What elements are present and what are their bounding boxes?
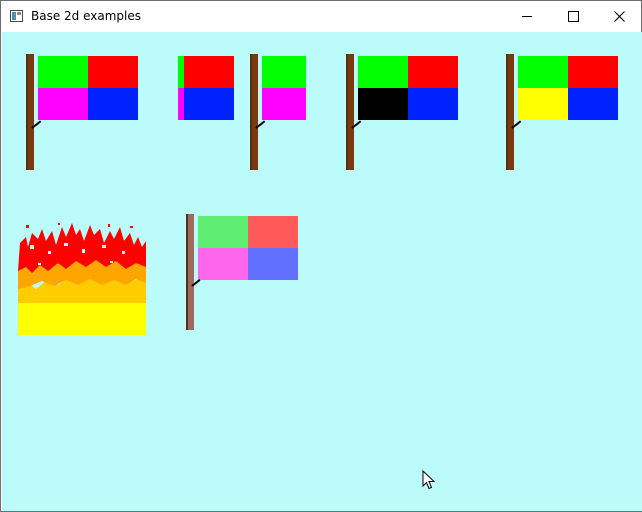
flag-cell [408,56,458,88]
flag-pole [250,54,258,170]
flag-cell [88,88,138,120]
flag-cloth [178,56,234,120]
close-icon [613,11,625,22]
flag-cloth [518,56,618,120]
flag-pole [346,54,354,170]
app-window-icon [10,10,23,22]
flag-cell [198,248,248,280]
window-title: Base 2d examples [31,9,142,23]
flag-cell [184,56,234,88]
flag-cell [184,88,234,120]
app-window: Base 2d examples [0,0,642,512]
flag-cell [198,216,248,248]
flag-cell [568,88,618,120]
mouse-pointer-icon [422,470,436,490]
flag-cell [568,56,618,88]
flag-cell [518,88,568,120]
flag-cell [38,88,88,120]
flag-cell [262,88,306,120]
flag-cloth [198,216,298,280]
flag-cell [262,56,306,88]
flag-pole [186,214,194,330]
flag-cloth [38,56,138,120]
minimize-icon [522,16,532,17]
render-canvas[interactable] [2,32,642,511]
flag-cell [248,216,298,248]
maximize-button[interactable] [550,1,596,32]
fire-sparks [26,223,133,228]
flag-cell [38,56,88,88]
minimize-button[interactable] [504,1,550,32]
maximize-icon [567,11,579,22]
fire-effect [18,223,146,335]
title-bar[interactable]: Base 2d examples [1,1,641,32]
flag-pole [26,54,34,170]
flag-cell [518,56,568,88]
flag-cell [88,56,138,88]
flag-pole [506,54,514,170]
flag-cell [408,88,458,120]
flag-cell [358,56,408,88]
flag-cloth [358,56,458,120]
flag-cloth [262,56,306,120]
flag-cell [358,88,408,120]
close-button[interactable] [596,1,642,32]
flag-cell [248,248,298,280]
